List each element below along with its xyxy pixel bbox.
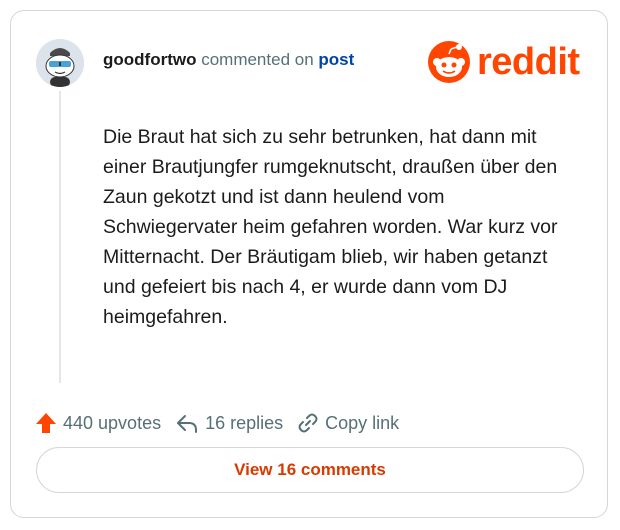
upvote-arrow-icon xyxy=(36,413,56,433)
replies-count: 16 replies xyxy=(205,412,284,433)
upvote-count: 440 upvotes xyxy=(63,412,162,433)
reddit-logo: reddit xyxy=(427,39,580,85)
reddit-snoo-icon xyxy=(428,41,470,83)
reddit-wordmark: reddit xyxy=(477,41,580,83)
user-avatar[interactable] xyxy=(36,39,84,87)
post-link[interactable]: post xyxy=(318,50,354,69)
snoo-avatar-icon xyxy=(36,39,84,87)
replies-button[interactable]: 16 replies xyxy=(175,412,283,434)
copy-link-button[interactable]: Copy link xyxy=(297,412,399,434)
comment-card: goodfortwo commented on post reddit Die … xyxy=(10,10,608,518)
thread-line xyxy=(59,91,61,383)
username[interactable]: goodfortwo xyxy=(103,50,196,69)
commented-on-text: commented on xyxy=(201,50,314,69)
reply-arrow-icon xyxy=(177,415,198,433)
comment-header: goodfortwo commented on post xyxy=(103,49,354,71)
link-icon xyxy=(298,413,318,433)
action-bar: 440 upvotes 16 replies Copy link xyxy=(35,409,413,437)
view-comments-button[interactable]: View 16 comments xyxy=(36,447,584,493)
upvote-button[interactable]: 440 upvotes xyxy=(35,412,161,434)
comment-body: Die Braut hat sich zu sehr betrunken, ha… xyxy=(103,126,558,328)
copy-link-label: Copy link xyxy=(325,412,400,433)
